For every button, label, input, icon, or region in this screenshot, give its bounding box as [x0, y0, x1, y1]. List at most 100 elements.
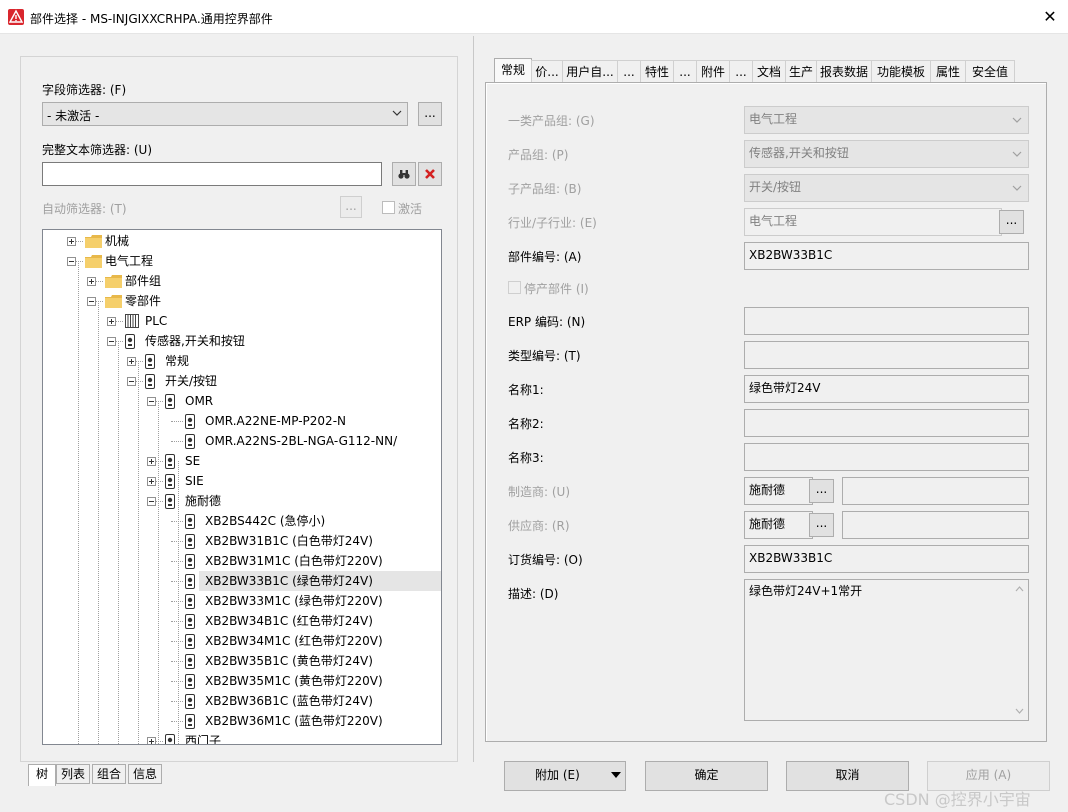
expand-plus-icon[interactable]	[87, 277, 96, 286]
manufacturer-dots-button[interactable]: ...	[809, 479, 834, 503]
industry-field[interactable]: 电气工程	[744, 208, 1002, 236]
field-filter-select[interactable]: - 未激活 -	[42, 102, 408, 126]
expand-plus-icon[interactable]	[107, 317, 116, 326]
tree-node[interactable]: 电气工程	[43, 251, 441, 271]
group-select[interactable]: 传感器,开关和按钮	[744, 140, 1029, 168]
property-tab[interactable]: 报表数据	[816, 60, 872, 84]
tree-node[interactable]: XB2BW35M1C (黄色带灯220V)	[43, 671, 441, 691]
order-number-field[interactable]: XB2BW33B1C	[744, 545, 1029, 573]
collapse-minus-icon[interactable]	[147, 497, 156, 506]
tree-node[interactable]: XB2BW34M1C (红色带灯220V)	[43, 631, 441, 651]
tree-node[interactable]: PLC	[43, 311, 441, 331]
name1-label: 名称1:	[508, 383, 544, 397]
property-tab[interactable]: 价...	[531, 60, 563, 84]
tree-node[interactable]: XB2BW34B1C (红色带灯24V)	[43, 611, 441, 631]
activate-checkbox[interactable]	[382, 201, 395, 214]
supplier-field[interactable]: 施耐德	[744, 511, 813, 539]
expand-plus-icon[interactable]	[147, 737, 156, 744]
tree-node[interactable]: XB2BW33B1C (绿色带灯24V)	[171, 571, 441, 591]
close-button[interactable]: ✕	[1036, 4, 1064, 30]
name2-field[interactable]	[744, 409, 1029, 437]
part-number-field[interactable]: XB2BW33B1C	[744, 242, 1029, 270]
property-tab[interactable]: ...	[617, 60, 641, 84]
tree-node[interactable]: XB2BW31M1C (白色带灯220V)	[43, 551, 441, 571]
tree-node[interactable]: OMR	[43, 391, 441, 411]
binoculars-icon	[398, 170, 410, 179]
industry-dots-button[interactable]: ...	[999, 210, 1024, 234]
tree-node[interactable]: OMR.A22NS-2BL-NGA-G112-NN/	[43, 431, 441, 451]
tree-node[interactable]: 零部件	[43, 291, 441, 311]
property-tab[interactable]: ...	[673, 60, 697, 84]
tree-node-label: XB2BW35M1C (黄色带灯220V)	[205, 674, 383, 688]
subgroup-select[interactable]: 开关/按钮	[744, 174, 1029, 202]
collapse-minus-icon[interactable]	[107, 337, 116, 346]
tree-node[interactable]: 部件组	[43, 271, 441, 291]
industry-label: 行业/子行业: (E)	[508, 216, 597, 230]
expand-plus-icon[interactable]	[127, 357, 136, 366]
supplier-name-field[interactable]	[842, 511, 1029, 539]
tree-node[interactable]: XB2BW36B1C (蓝色带灯24V)	[43, 691, 441, 711]
name3-field[interactable]	[744, 443, 1029, 471]
tree-node[interactable]: 开关/按钮	[43, 371, 441, 391]
property-tabs: 常规 价... 用户自...... 特性... 附件... 文档 生产 报表数据 功能模板 属性安…	[494, 58, 1036, 85]
supplier-dots-button[interactable]: ...	[809, 513, 834, 537]
tree-node[interactable]: XB2BS442C (急停小)	[43, 511, 441, 531]
tree-node[interactable]: OMR.A22NE-MP-P202-N	[43, 411, 441, 431]
tree-node[interactable]: SE	[43, 451, 441, 471]
property-tab[interactable]: 属性	[930, 60, 966, 84]
tree-node[interactable]: 施耐德	[43, 491, 441, 511]
discontinued-checkbox[interactable]	[508, 281, 521, 294]
tree-connector	[171, 661, 183, 662]
field-filter-dots-button[interactable]: ...	[418, 102, 442, 126]
tree-node[interactable]: 常规	[43, 351, 441, 371]
collapse-minus-icon[interactable]	[67, 257, 76, 266]
splitter[interactable]	[473, 36, 474, 762]
tree-node[interactable]: 机械	[43, 231, 441, 251]
ok-button[interactable]: 确定	[645, 761, 768, 791]
tab-list[interactable]: 列表	[56, 764, 90, 784]
tree-node[interactable]: SIE	[43, 471, 441, 491]
tab-info[interactable]: 信息	[128, 764, 162, 784]
expand-plus-icon[interactable]	[147, 477, 156, 486]
category-select[interactable]: 电气工程	[744, 106, 1029, 134]
tree-node[interactable]: XB2BW36M1C (蓝色带灯220V)	[43, 711, 441, 731]
property-tab[interactable]: 文档	[752, 60, 786, 84]
expand-plus-icon[interactable]	[67, 237, 76, 246]
type-number-field[interactable]	[744, 341, 1029, 369]
property-tab[interactable]: 用户自...	[562, 60, 618, 84]
manufacturer-field[interactable]: 施耐德	[744, 477, 813, 505]
property-tab[interactable]: 特性	[640, 60, 674, 84]
add-button[interactable]: 附加 (E)	[504, 761, 626, 791]
collapse-minus-icon[interactable]	[87, 297, 96, 306]
search-binoculars-button[interactable]	[392, 162, 416, 186]
tree-node[interactable]: XB2BW31B1C (白色带灯24V)	[43, 531, 441, 551]
scroll-down-icon[interactable]	[1015, 708, 1024, 714]
property-tab[interactable]: ...	[729, 60, 753, 84]
tree-node[interactable]: XB2BW33M1C (绿色带灯220V)	[43, 591, 441, 611]
name1-field[interactable]: 绿色带灯24V	[744, 375, 1029, 403]
scroll-up-icon[interactable]	[1015, 586, 1024, 592]
clear-filter-button[interactable]	[418, 162, 442, 186]
tree-node[interactable]: 传感器,开关和按钮	[43, 331, 441, 351]
description-textarea[interactable]: 绿色带灯24V+1常开	[744, 579, 1029, 721]
chevron-down-icon	[1012, 151, 1022, 157]
collapse-minus-icon[interactable]	[127, 377, 136, 386]
property-tab[interactable]: 功能模板	[871, 60, 931, 84]
auto-filter-dots-button[interactable]: ...	[340, 196, 362, 218]
tree-node[interactable]: 西门子	[43, 731, 441, 744]
fulltext-filter-input[interactable]	[42, 162, 382, 186]
property-tab[interactable]: 附件	[696, 60, 730, 84]
expand-plus-icon[interactable]	[147, 457, 156, 466]
chevron-down-icon	[392, 110, 402, 116]
tree-node[interactable]: XB2BW35B1C (黄色带灯24V)	[43, 651, 441, 671]
property-tab[interactable]: 安全值	[965, 60, 1015, 84]
erp-code-field[interactable]	[744, 307, 1029, 335]
collapse-minus-icon[interactable]	[147, 397, 156, 406]
tab-combination[interactable]: 组合	[92, 764, 126, 784]
manufacturer-name-field[interactable]	[842, 477, 1029, 505]
tab-tree[interactable]: 树	[28, 764, 56, 786]
property-tab[interactable]: 生产	[785, 60, 817, 84]
tree-node-label: XB2BW31M1C (白色带灯220V)	[205, 554, 383, 568]
parts-tree[interactable]: 机械 电气工程 部件组 零部件 PLC 传感器,开关和按钮 常规 开关/按钮 OMR OMR.A2…	[42, 229, 442, 745]
property-tab[interactable]: 常规	[494, 58, 532, 85]
